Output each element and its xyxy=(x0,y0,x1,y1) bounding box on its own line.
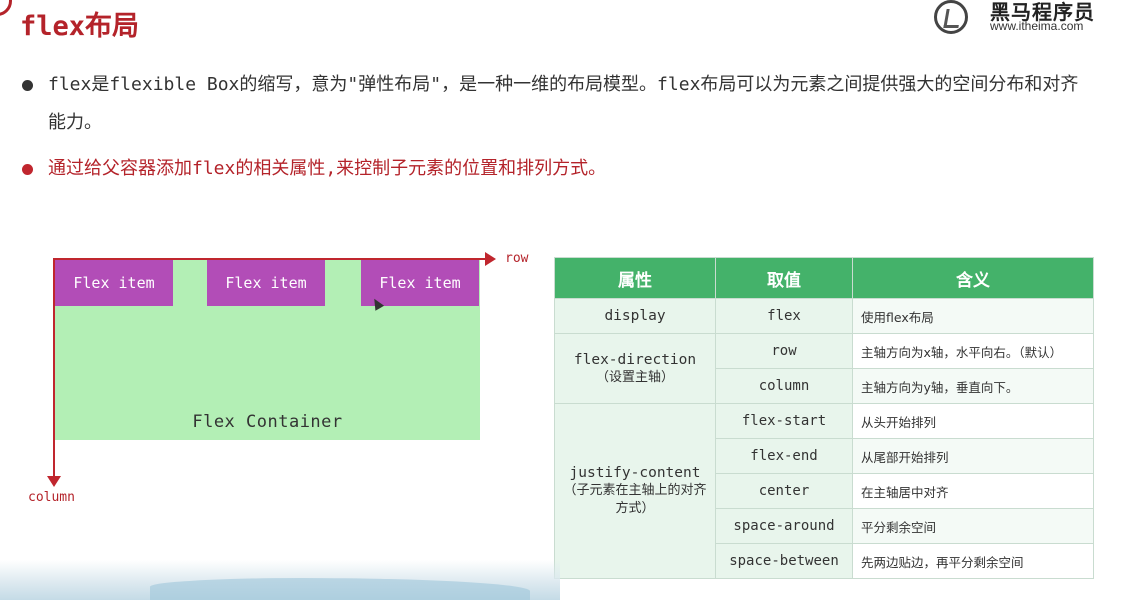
flex-properties-table: 属性 取值 含义 display flex 使用flex布局 flex-dire… xyxy=(554,257,1094,579)
desc-cell: 平分剩余空间 xyxy=(852,508,1094,544)
table-row: display flex 使用flex布局 xyxy=(554,298,1094,334)
prop-name: justify-content xyxy=(569,465,701,481)
bullet-text: 通过给父容器添加flex的相关属性,来控制子元素的位置和排列方式。 xyxy=(48,158,607,179)
desc-cell: 从尾部开始排列 xyxy=(852,438,1094,474)
bullet-dot-icon xyxy=(22,80,33,91)
value-cell: flex xyxy=(715,298,853,334)
brand-logo: 黑马程序员 www.itheima.com xyxy=(934,0,1104,40)
value-cell: flex-end xyxy=(715,438,853,474)
horse-logo-icon xyxy=(934,0,968,34)
bullet-dot-icon xyxy=(22,164,33,175)
desc-cell: 从头开始排列 xyxy=(852,403,1094,439)
prop-flex-direction: flex-direction （设置主轴） xyxy=(554,333,716,404)
column-axis-line xyxy=(53,258,55,480)
bullet-point: flex是flexible Box的缩写，意为"弹性布局"，是一种一维的布局模型… xyxy=(22,66,1092,142)
desc-cell: 使用flex布局 xyxy=(852,298,1094,334)
value-cell: center xyxy=(715,473,853,509)
prop-name: flex-direction xyxy=(573,351,697,368)
prop-justify-content: justify-content （子元素在主轴上的对齐方式） xyxy=(554,403,716,579)
desc-cell: 主轴方向为x轴，水平向右。（默认） xyxy=(852,333,1094,369)
flex-item-1: Flex item xyxy=(55,260,173,306)
value-cell: flex-start xyxy=(715,403,853,439)
table-row: flex-direction （设置主轴） row 主轴方向为x轴，水平向右。（… xyxy=(554,333,1094,404)
desc-cell: 先两边贴边，再平分剩余空间 xyxy=(852,543,1094,579)
header-value: 取值 xyxy=(715,257,853,299)
corner-decoration xyxy=(0,0,12,16)
row-axis-label: row xyxy=(505,251,529,266)
header-meaning: 含义 xyxy=(852,257,1094,299)
column-axis-label: column xyxy=(28,490,75,505)
prop-display: display xyxy=(554,298,716,334)
bullet-text: flex是flexible Box的缩写，意为"弹性布局"，是一种一维的布局模型… xyxy=(48,74,1079,133)
logo-url: www.itheima.com xyxy=(990,19,1084,33)
flex-container-label: Flex Container xyxy=(192,412,343,432)
table-row: justify-content （子元素在主轴上的对齐方式） flex-star… xyxy=(554,403,1094,579)
desc-cell: 在主轴居中对齐 xyxy=(852,473,1094,509)
value-cell: space-around xyxy=(715,508,853,544)
prop-note: （设置主轴） xyxy=(595,369,674,385)
prop-note: （子元素在主轴上的对齐方式） xyxy=(563,483,707,516)
value-cell: column xyxy=(715,368,853,404)
header-property: 属性 xyxy=(554,257,716,299)
row-arrow-icon xyxy=(485,252,496,266)
flex-diagram: Flex item Flex item Flex item Flex Conta… xyxy=(0,240,560,520)
row-axis-line xyxy=(55,258,487,260)
desc-cell: 主轴方向为y轴，垂直向下。 xyxy=(852,368,1094,404)
page-title: flex布局 xyxy=(20,11,140,42)
flex-item-2: Flex item xyxy=(207,260,325,306)
value-cell: row xyxy=(715,333,853,369)
value-cell: space-between xyxy=(715,543,853,579)
column-arrow-icon xyxy=(47,476,61,487)
table-header-row: 属性 取值 含义 xyxy=(554,257,1094,299)
bullet-point-highlight: 通过给父容器添加flex的相关属性,来控制子元素的位置和排列方式。 xyxy=(22,150,1092,188)
